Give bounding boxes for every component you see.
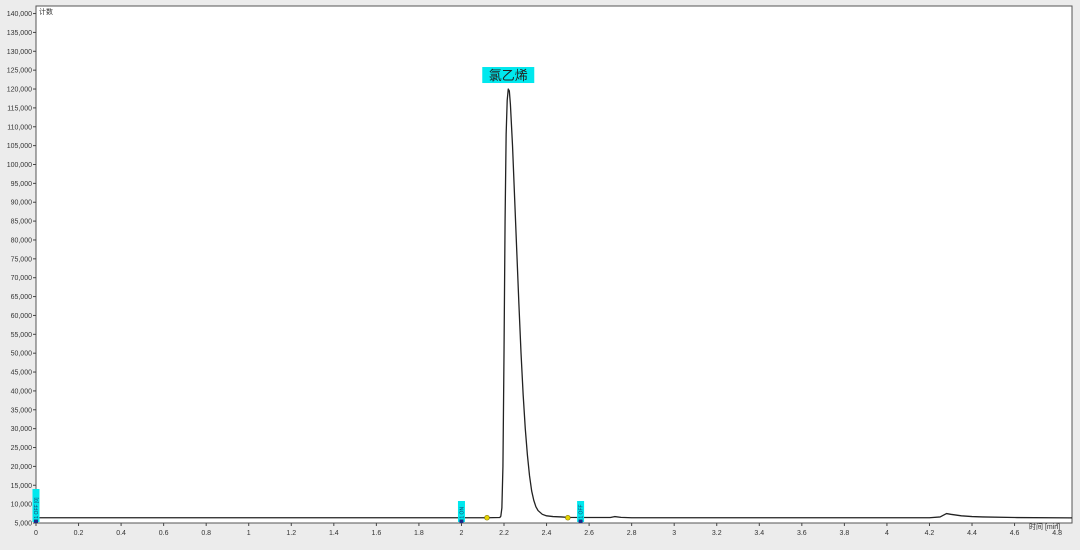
y-tick-label: 80,000: [11, 237, 33, 244]
event-marker-text: I1 OFF: [578, 504, 584, 520]
x-tick-label: 2.4: [542, 530, 552, 537]
x-tick-label: 4: [885, 530, 889, 537]
y-tick-label: 115,000: [7, 105, 32, 112]
x-unit-label: 时间 [min]: [1029, 522, 1060, 531]
y-tick-label: 110,000: [7, 124, 32, 131]
chromatogram-chart: 5,000 10,000 15,000 20,000 25,000 30,000 35,00…: [0, 0, 1080, 545]
x-tick-label: 1: [247, 530, 251, 537]
y-tick-label: 125,000: [7, 68, 32, 75]
y-tick-label: 120,000: [7, 87, 32, 94]
event-marker: I1 OFF: [577, 501, 584, 523]
x-tick-label: 4.8: [1052, 530, 1062, 537]
x-tick-label: 1.6: [372, 530, 382, 537]
y-tick-label: 85,000: [11, 219, 33, 226]
y-tick-label: 105,000: [7, 143, 32, 150]
y-tick-label: 95,000: [11, 181, 33, 188]
x-tick-label: 3.2: [712, 530, 722, 537]
x-tick-label: 3.4: [754, 530, 764, 537]
event-marker: I1 OFF [0]: [32, 489, 40, 523]
event-marker: I1 ON: [457, 501, 465, 523]
y-tick-label: 90,000: [11, 200, 33, 207]
peak-label-text: 氯乙烯: [489, 68, 528, 83]
y-tick-label: 50,000: [11, 351, 33, 358]
plot-area: [35, 5, 1073, 524]
y-tick-label: 35,000: [11, 407, 33, 414]
x-tick-label: 3.6: [797, 530, 807, 537]
x-tick-label: 4.4: [967, 530, 977, 537]
y-tick-label: 15,000: [11, 483, 33, 490]
x-tick-label: 0.4: [116, 530, 126, 537]
y-tick-label: 130,000: [7, 49, 32, 56]
y-tick-label: 55,000: [11, 332, 33, 339]
y-tick-label: 75,000: [11, 256, 33, 263]
x-tick-label: 0.6: [159, 530, 169, 537]
x-tick-label: 0.8: [201, 530, 211, 537]
y-tick-label: 135,000: [7, 30, 32, 37]
peak-label: 氯乙烯: [482, 67, 535, 84]
y-unit-label: 计数: [39, 7, 53, 16]
x-tick-label: 0.2: [74, 530, 84, 537]
y-tick-label: 10,000: [11, 502, 33, 509]
y-tick-label: 70,000: [11, 275, 33, 282]
y-tick-label: 140,000: [7, 11, 32, 18]
y-tick-label: 40,000: [11, 388, 33, 395]
x-tick-label: 3.8: [840, 530, 850, 537]
event-marker-text: I1 ON: [459, 507, 465, 520]
x-tick-label: 4.2: [925, 530, 935, 537]
event-marker-text: I1 OFF [0]: [34, 497, 40, 520]
x-tick-label: 2.8: [627, 530, 637, 537]
x-axis: 0 0.2 0.4 0.6 0.8 1 1.2 1.4 1.6 1.8 2 2.2 2.4 2.6 2.8 3…: [34, 523, 1062, 537]
y-tick-label: 5,000: [14, 521, 32, 528]
y-axis: 5,000 10,000 15,000 20,000 25,000 30,000 35,00…: [7, 11, 36, 528]
y-tick-label: 30,000: [11, 426, 33, 433]
y-tick-label: 65,000: [11, 294, 33, 301]
y-tick-label: 20,000: [11, 464, 33, 471]
baseline-marker: [484, 515, 490, 521]
x-tick-label: 3: [672, 530, 676, 537]
baseline-marker: [565, 515, 571, 521]
x-tick-label: 4.6: [1010, 530, 1020, 537]
y-tick-label: 25,000: [11, 445, 33, 452]
x-tick-label: 1.8: [414, 530, 424, 537]
x-tick-label: 1.4: [329, 530, 339, 537]
x-tick-label: 1.2: [286, 530, 296, 537]
x-tick-label: 2.6: [584, 530, 594, 537]
x-tick-label: 0: [34, 530, 38, 537]
y-tick-label: 100,000: [7, 162, 32, 169]
y-tick-label: 60,000: [11, 313, 33, 320]
y-tick-label: 45,000: [11, 370, 33, 377]
x-tick-label: 2.2: [499, 530, 509, 537]
x-tick-label: 2: [460, 530, 464, 537]
chart-svg: 5,000 10,000 15,000 20,000 25,000 30,000 35,00…: [7, 5, 1073, 537]
